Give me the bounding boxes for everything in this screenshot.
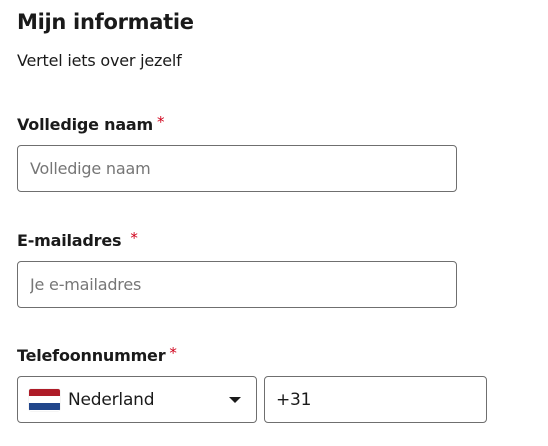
email-label: E-mailadres * [17, 229, 138, 252]
email-input[interactable] [17, 261, 457, 308]
chevron-down-icon [229, 396, 241, 403]
full-name-label-text: Volledige naam [17, 115, 153, 134]
phone-label: Telefoonnummer * [17, 344, 177, 367]
phone-input[interactable] [264, 376, 487, 423]
full-name-input[interactable] [17, 145, 457, 192]
flag-netherlands-icon [29, 388, 60, 411]
email-label-text: E-mailadres [17, 231, 122, 250]
country-name: Nederland [68, 389, 155, 410]
flag-stripe-white [29, 395, 60, 404]
country-select[interactable]: Nederland [17, 376, 257, 423]
flag-stripe-red [29, 388, 60, 396]
section-subtitle: Vertel iets over jezelf [17, 51, 182, 70]
required-marker: * [157, 113, 165, 131]
flag-stripe-blue [29, 403, 60, 411]
full-name-label: Volledige naam * [17, 113, 165, 136]
required-marker: * [130, 229, 138, 247]
phone-label-text: Telefoonnummer [17, 346, 166, 365]
required-marker: * [169, 344, 177, 362]
section-title: Mijn informatie [17, 10, 194, 34]
